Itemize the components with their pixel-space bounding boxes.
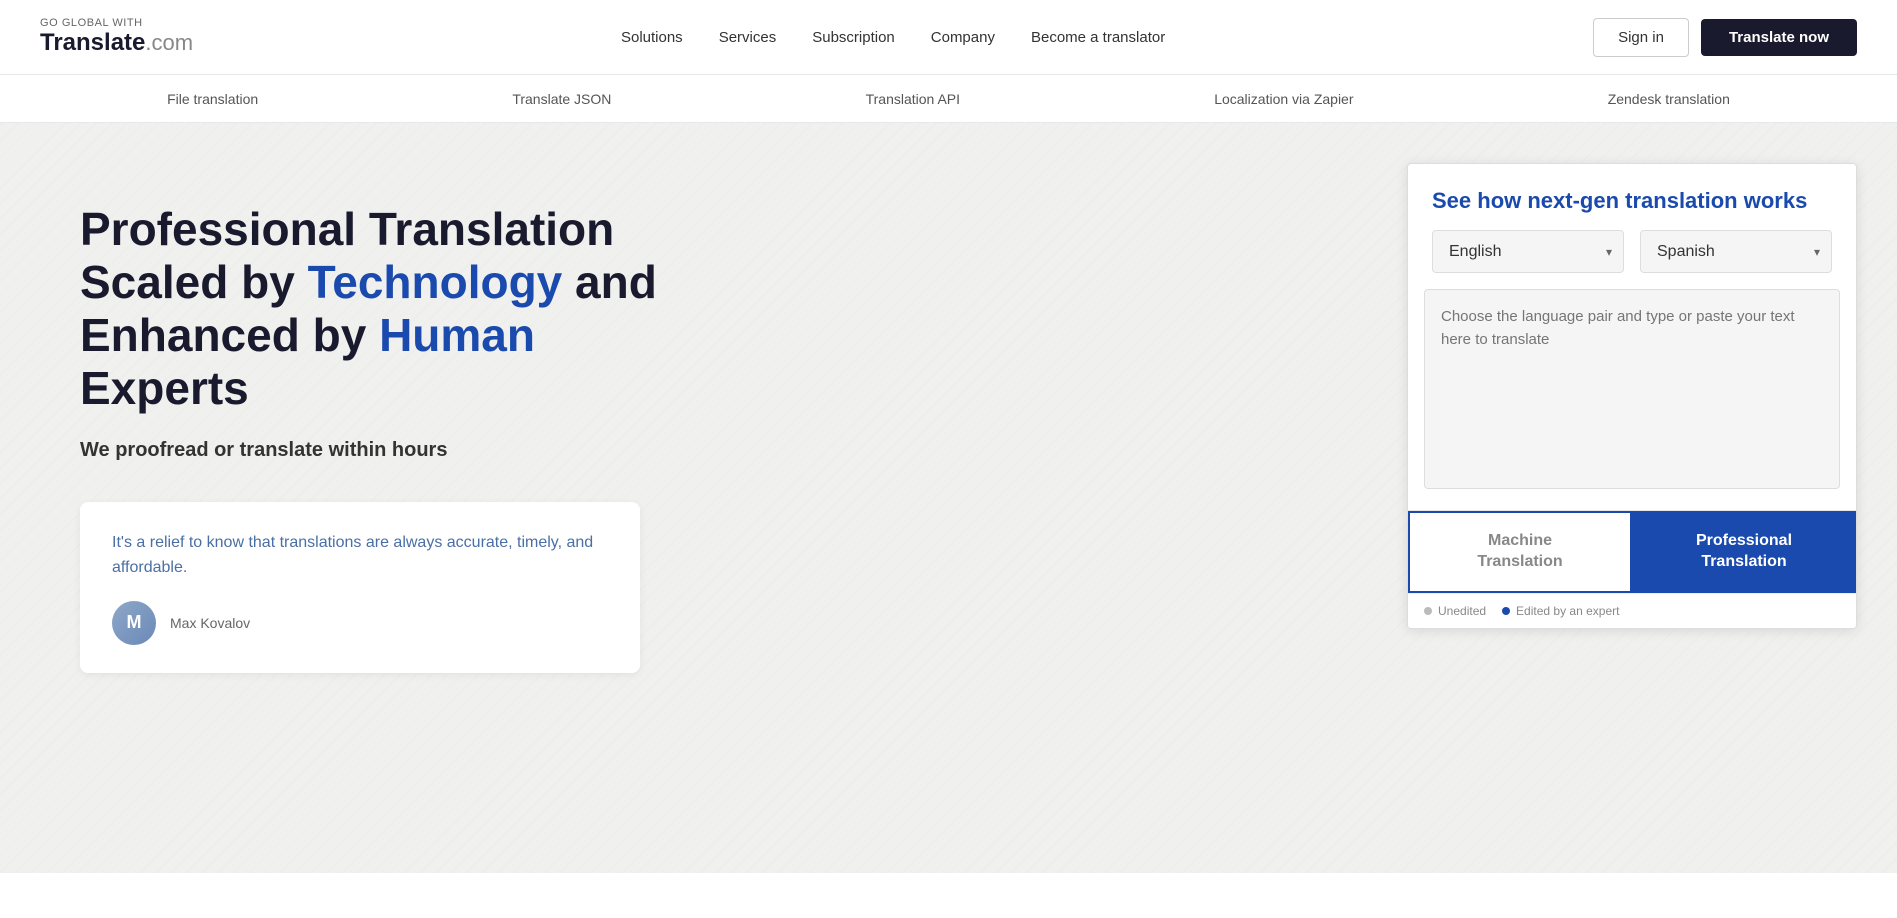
target-language-select[interactable]: Spanish French German English (1640, 230, 1832, 273)
target-lang-wrapper: Spanish French German English ▾ (1640, 230, 1832, 273)
testimonial-author: M Max Kovalov (112, 601, 608, 645)
nav-solutions[interactable]: Solutions (621, 29, 683, 46)
testimonial-card: It's a relief to know that translations … (80, 502, 640, 673)
source-language-select[interactable]: English French German Spanish (1432, 230, 1624, 273)
hero-right: See how next-gen translation works Engli… (1377, 123, 1897, 873)
hero-headline: Professional Translation Scaled by Techn… (80, 203, 1317, 415)
status-edited: Edited by an expert (1502, 604, 1619, 618)
subnav-localization-zapier[interactable]: Localization via Zapier (1214, 91, 1353, 107)
author-name: Max Kovalov (170, 615, 250, 631)
subnav-translation-api[interactable]: Translation API (866, 91, 960, 107)
status-dot-edited (1502, 607, 1510, 615)
avatar-letter: M (127, 612, 142, 633)
headline-part3: and (562, 256, 657, 308)
author-avatar: M (112, 601, 156, 645)
main-nav: Solutions Services Subscription Company … (621, 29, 1165, 46)
sub-nav: File translation Translate JSON Translat… (0, 75, 1897, 123)
logo-main: Translate .com (40, 29, 193, 57)
headline-part4: Enhanced by (80, 309, 379, 361)
language-selectors: English French German Spanish ▾ Spanish … (1408, 230, 1856, 289)
status-unedited-label: Unedited (1438, 604, 1486, 618)
action-buttons: MachineTranslation ProfessionalTranslati… (1408, 510, 1856, 593)
nav-become-translator[interactable]: Become a translator (1031, 29, 1165, 46)
headline-highlight1: Technology (308, 256, 563, 308)
widget-title: See how next-gen translation works (1408, 164, 1856, 230)
logo-area: GO GLOBAL WITH Translate .com (40, 17, 193, 57)
headline-part1: Professional Translation (80, 203, 614, 255)
hero-left: Professional Translation Scaled by Techn… (0, 123, 1377, 873)
testimonial-text: It's a relief to know that translations … (112, 530, 608, 581)
nav-company[interactable]: Company (931, 29, 995, 46)
source-lang-wrapper: English French German Spanish ▾ (1432, 230, 1624, 273)
hero-subtext: We proofread or translate within hours (80, 439, 1317, 462)
logo-dotcom: .com (145, 30, 193, 56)
professional-translation-button[interactable]: ProfessionalTranslation (1632, 511, 1856, 593)
translate-now-button[interactable]: Translate now (1701, 19, 1857, 56)
header: GO GLOBAL WITH Translate .com Solutions … (0, 0, 1897, 75)
headline-part5: Experts (80, 362, 249, 414)
headline-part2: Scaled by (80, 256, 308, 308)
status-edited-label: Edited by an expert (1516, 604, 1619, 618)
status-unedited: Unedited (1424, 604, 1486, 618)
translation-input[interactable] (1424, 289, 1840, 489)
status-dot-unedited (1424, 607, 1432, 615)
status-row: Unedited Edited by an expert (1408, 593, 1856, 628)
sign-in-button[interactable]: Sign in (1593, 18, 1689, 57)
header-actions: Sign in Translate now (1593, 18, 1857, 57)
logo-translate: Translate (40, 29, 145, 57)
translation-widget: See how next-gen translation works Engli… (1407, 163, 1857, 629)
headline-highlight2: Human (379, 309, 535, 361)
nav-subscription[interactable]: Subscription (812, 29, 895, 46)
logo-tagline: GO GLOBAL WITH (40, 17, 193, 29)
hero-section: Professional Translation Scaled by Techn… (0, 123, 1897, 873)
nav-services[interactable]: Services (719, 29, 777, 46)
text-area-wrapper (1408, 289, 1856, 510)
machine-translation-button[interactable]: MachineTranslation (1408, 511, 1632, 593)
subnav-file-translation[interactable]: File translation (167, 91, 258, 107)
subnav-translate-json[interactable]: Translate JSON (512, 91, 611, 107)
subnav-zendesk-translation[interactable]: Zendesk translation (1608, 91, 1730, 107)
